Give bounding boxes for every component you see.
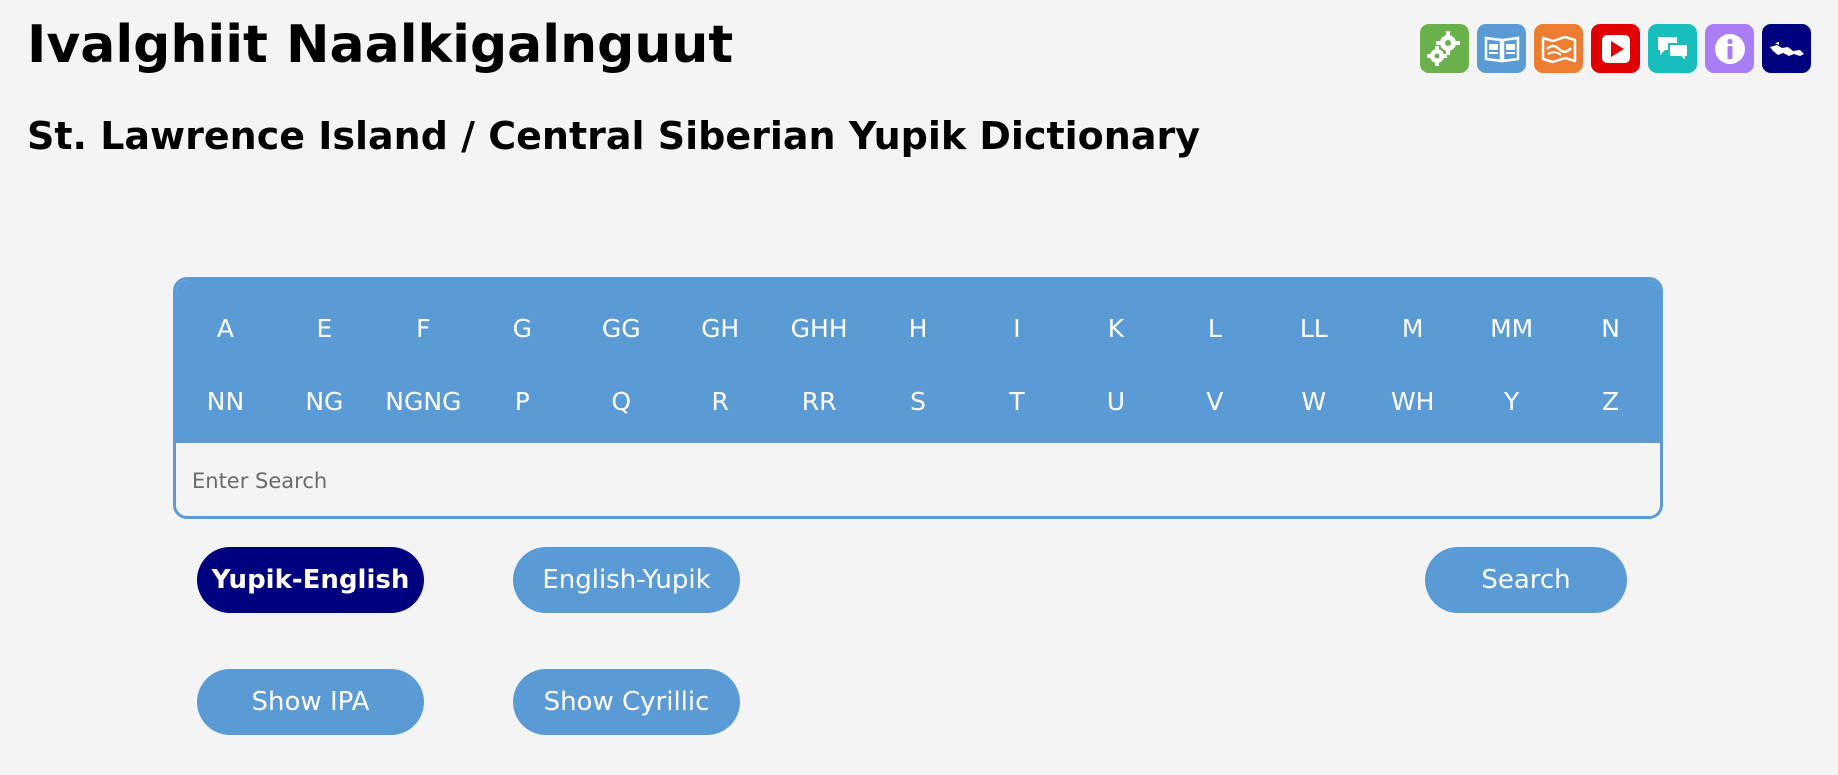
letter-key-s[interactable]: S: [869, 387, 968, 416]
letter-key-m[interactable]: M: [1363, 314, 1462, 343]
letter-key-u[interactable]: U: [1066, 387, 1165, 416]
search-button[interactable]: Search: [1425, 547, 1627, 613]
letter-key-rr[interactable]: RR: [770, 387, 869, 416]
letter-key-ll[interactable]: LL: [1264, 314, 1363, 343]
letter-key-y[interactable]: Y: [1462, 387, 1561, 416]
letter-key-v[interactable]: V: [1165, 387, 1264, 416]
map-icon[interactable]: [1534, 24, 1583, 73]
letter-key-z[interactable]: Z: [1561, 387, 1660, 416]
search-input[interactable]: [176, 443, 1660, 516]
letter-key-gh[interactable]: GH: [671, 314, 770, 343]
letter-key-n[interactable]: N: [1561, 314, 1660, 343]
letter-key-gg[interactable]: GG: [572, 314, 671, 343]
info-icon[interactable]: [1705, 24, 1754, 73]
island-icon[interactable]: [1762, 24, 1811, 73]
letter-key-i[interactable]: I: [968, 314, 1067, 343]
app-title: Ivalghiit Naalkigalnguut: [27, 15, 734, 75]
yupik-english-button[interactable]: Yupik-English: [197, 547, 424, 613]
letter-row-2: NN NG NGNG P Q R RR S T U V W WH Y Z: [176, 365, 1660, 438]
show-cyrillic-button[interactable]: Show Cyrillic: [513, 669, 740, 735]
letter-keyboard: A E F G GG GH GHH H I K L LL M MM N NN NG NGNG P Q R RR S T U V W…: [173, 277, 1663, 519]
app-subtitle: St. Lawrence Island / Central Siberian Y…: [27, 114, 1200, 158]
letter-row-1: A E F G GG GH GHH H I K L LL M MM N: [176, 292, 1660, 365]
letter-key-ngng[interactable]: NGNG: [374, 387, 473, 416]
english-yupik-button[interactable]: English-Yupik: [513, 547, 740, 613]
letter-key-nn[interactable]: NN: [176, 387, 275, 416]
top-icon-bar: [1420, 24, 1811, 73]
letter-key-ghh[interactable]: GHH: [770, 314, 869, 343]
letter-key-l[interactable]: L: [1165, 314, 1264, 343]
letter-key-p[interactable]: P: [473, 387, 572, 416]
letter-key-k[interactable]: K: [1066, 314, 1165, 343]
letter-key-ng[interactable]: NG: [275, 387, 374, 416]
letter-key-wh[interactable]: WH: [1363, 387, 1462, 416]
letter-key-mm[interactable]: MM: [1462, 314, 1561, 343]
letter-key-h[interactable]: H: [869, 314, 968, 343]
letter-key-t[interactable]: T: [968, 387, 1067, 416]
show-ipa-button[interactable]: Show IPA: [197, 669, 424, 735]
letter-key-a[interactable]: A: [176, 314, 275, 343]
open-book-icon[interactable]: [1477, 24, 1526, 73]
letter-key-q[interactable]: Q: [572, 387, 671, 416]
settings-gears-icon[interactable]: [1420, 24, 1469, 73]
letter-key-e[interactable]: E: [275, 314, 374, 343]
letter-key-r[interactable]: R: [671, 387, 770, 416]
letter-key-w[interactable]: W: [1264, 387, 1363, 416]
letter-grid: A E F G GG GH GHH H I K L LL M MM N NN NG NGNG P Q R RR S T U V W…: [176, 280, 1660, 443]
video-play-icon[interactable]: [1591, 24, 1640, 73]
chat-bubbles-icon[interactable]: [1648, 24, 1697, 73]
letter-key-g[interactable]: G: [473, 314, 572, 343]
letter-key-f[interactable]: F: [374, 314, 473, 343]
